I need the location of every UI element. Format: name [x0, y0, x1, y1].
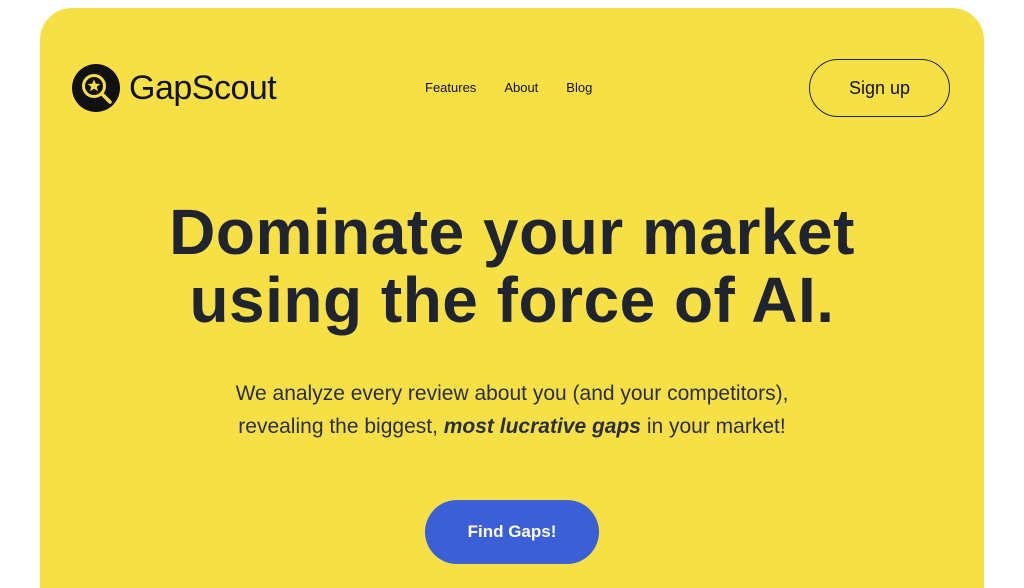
hero-headline: Dominate your market using the force of …	[40, 198, 984, 334]
signup-button[interactable]: Sign up	[809, 59, 950, 117]
brand-name: GapScout	[129, 69, 277, 107]
subheadline-line-1: We analyze every review about you (and y…	[235, 382, 789, 405]
magnifier-star-logo-icon	[72, 64, 120, 112]
logo[interactable]: GapScout	[72, 64, 277, 112]
subheadline-emphasis: most lucrative gaps	[443, 415, 641, 438]
find-gaps-button[interactable]: Find Gaps!	[425, 500, 599, 564]
main-nav: Features About Blog	[425, 80, 592, 96]
subheadline-line-2: revealing the biggest, most lucrative ga…	[40, 410, 984, 443]
hero-section: GapScout Features About Blog Sign up Dom…	[40, 8, 984, 588]
nav-item-features[interactable]: Features	[425, 80, 476, 96]
subheadline-pre: revealing the biggest,	[238, 415, 444, 438]
subheadline-post: in your market!	[640, 415, 786, 438]
nav-item-blog[interactable]: Blog	[566, 80, 592, 96]
nav-item-about[interactable]: About	[504, 80, 538, 96]
headline-line-2: using the force of AI.	[189, 264, 835, 336]
hero-subheadline: We analyze every review about you (and y…	[40, 377, 984, 443]
headline-line-1: Dominate your market	[169, 196, 855, 268]
